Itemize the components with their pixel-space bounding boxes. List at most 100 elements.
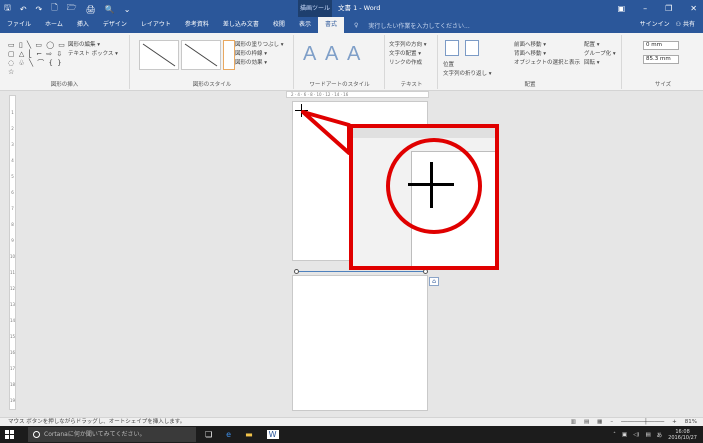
ribbon-display-icon[interactable]: ▣ (618, 4, 626, 13)
arrange-command-3[interactable]: オブジェクトの選択と表示 (514, 59, 580, 68)
text-group: 文字列の方向 ▾ 文字の配置 ▾ リンクの作成 テキスト (386, 35, 438, 89)
style-command-3[interactable]: 図形の効果 ▾ (235, 59, 284, 68)
arrange-command-4[interactable]: 配置 ▾ (584, 41, 616, 50)
tab-4[interactable]: デザイン (96, 17, 134, 33)
tab-6[interactable]: 参考資料 (178, 17, 216, 33)
arrange-label: 配置 (524, 82, 536, 88)
web-layout-icon[interactable]: ▦ (597, 418, 602, 426)
arrange-buttons: 位置 文字列の折り返し ▾ (443, 61, 492, 79)
person-icon: ⚇ (675, 21, 682, 28)
arrange-command-2[interactable]: 背面へ移動 ▾ (514, 50, 580, 59)
position-icon[interactable] (445, 40, 459, 56)
height-input[interactable]: 0 mm (643, 41, 679, 50)
arrange-command-6[interactable]: 回転 ▾ (584, 59, 616, 68)
style-command-1[interactable]: 図形の塗りつぶし ▾ (235, 41, 284, 50)
arrange-command-1[interactable]: 前面へ移動 ▾ (514, 41, 580, 50)
style-command-2[interactable]: 図形の枠線 ▾ (235, 50, 284, 59)
tray-chevron-icon[interactable]: ˄ (613, 432, 616, 438)
zoom-out-icon[interactable]: – (610, 418, 613, 426)
wrap-text-icon[interactable] (465, 40, 479, 56)
new-icon[interactable]: 🗋 (51, 2, 57, 16)
quick-access-toolbar: 🖫 ↶ ↷ 🗋 🗁 🖨 🔍 ⌄ (4, 2, 130, 16)
wordart-styles-label: ワードアートのスタイル (309, 82, 370, 88)
cortana-placeholder: Cortanaに何か聞いてみてください。 (44, 431, 146, 438)
save-icon[interactable]: 🖫 (4, 2, 11, 16)
tell-me-search[interactable]: 実行したい作業を入力してください... (368, 21, 469, 30)
ribbon: ▭ ▯ ╲ ▭ ◯ ▭ ▢ △ ⎣ ⌐ ⇨ ⇩ ◌ ♧ ╲ ⌒ { } ☆ 図形の編… (0, 33, 703, 91)
crosshair-cursor-large-bar (408, 183, 454, 186)
tab-10[interactable]: 書式 (317, 17, 344, 33)
tab-2[interactable]: ホーム (38, 17, 70, 33)
text-command-3[interactable]: リンクの作成 (389, 59, 427, 68)
shape-styles-label: 図形のスタイル (192, 82, 232, 88)
redo-icon[interactable]: ↷ (36, 5, 43, 14)
share-button[interactable]: ⚇ 共有 (676, 17, 695, 33)
wordart-styles-group: A A A ワードアートのスタイル (295, 35, 385, 89)
customize-icon[interactable]: ⌄ (124, 5, 131, 14)
tab-8[interactable]: 校閲 (266, 17, 292, 33)
title-bar: 🖫 ↶ ↷ 🗋 🗁 🖨 🔍 ⌄ 描画ツール 文書 1 - Word ▣ – ❐ ✕ ファイル ホーム挿… (0, 0, 703, 33)
cortana-search-box[interactable]: Cortanaに何か聞いてみてください。 (28, 427, 196, 442)
shape-style-3[interactable] (223, 40, 235, 70)
undo-icon[interactable]: ↶ (20, 5, 27, 14)
tab-9[interactable]: 表示 (292, 17, 318, 33)
open-icon[interactable]: 🗁 (67, 2, 77, 16)
print-layout-icon[interactable]: ▤ (584, 418, 589, 426)
clock-date: 2016/10/27 (668, 434, 697, 441)
close-icon[interactable]: ✕ (690, 4, 697, 13)
account-area: サインイン ⚇ 共有 (640, 17, 695, 33)
keyboard-icon[interactable]: ▤ (645, 432, 650, 438)
width-input[interactable]: 85.3 mm (643, 55, 679, 64)
text-command-1[interactable]: 文字列の方向 ▾ (389, 41, 427, 50)
shapes-gallery[interactable]: ▭ ▯ ╲ ▭ ◯ ▭ ▢ △ ⎣ ⌐ ⇨ ⇩ ◌ ♧ ╲ ⌒ { } ☆ (8, 41, 66, 77)
size-label: サイズ (654, 82, 672, 88)
insert-shapes-label: 図形の挿入 (50, 82, 79, 88)
insert-command-1[interactable]: 図形の編集 ▾ (68, 41, 118, 50)
taskbar: Cortanaに何か聞いてみてください。 ❏ e ▬ W ˄ ▣ ◁) ▤ あ … (0, 426, 703, 443)
word-app-icon[interactable]: W (266, 430, 279, 439)
ime-indicator[interactable]: あ (657, 431, 663, 439)
preview-icon[interactable]: 🔍 (105, 5, 115, 14)
arrange-button-1[interactable]: 位置 (443, 61, 492, 70)
edge-icon[interactable]: e (226, 430, 231, 439)
task-view-icon[interactable]: ❏ (205, 430, 212, 439)
window-controls: ▣ – ❐ ✕ (618, 0, 697, 17)
shapes-row-3[interactable]: ◌ ♧ ╲ ⌒ { } ☆ (8, 59, 66, 77)
zoom-slider[interactable]: ───────┼───── (621, 418, 664, 426)
arrange-command-5[interactable]: グループ化 ▾ (584, 50, 616, 59)
tab-5[interactable]: レイアウト (134, 17, 178, 33)
system-tray: ˄ ▣ ◁) ▤ あ 16:08 2016/10/27 (613, 426, 697, 443)
tab-7[interactable]: 差し込み文書 (216, 17, 266, 33)
signin-link[interactable]: サインイン (640, 17, 670, 33)
restore-icon[interactable]: ❐ (665, 4, 672, 13)
status-message: マウス ボタンを押しながらドラッグし、オートシェイプを挿入します。 (8, 419, 186, 425)
wordart-style-2[interactable]: A (325, 43, 338, 66)
read-mode-icon[interactable]: ▥ (571, 418, 576, 426)
tab-1[interactable]: ファイル (0, 17, 38, 33)
wordart-style-3[interactable]: A (347, 43, 360, 66)
insert-command-2[interactable]: テキスト ボックス ▾ (68, 50, 118, 59)
windows-start-icon[interactable] (5, 430, 14, 439)
arrange-commands-right: 配置 ▾ グループ化 ▾ 回転 ▾ (584, 41, 616, 68)
minimize-icon[interactable]: – (643, 4, 647, 13)
status-bar: マウス ボタンを押しながらドラッグし、オートシェイプを挿入します。 ▥ ▤ ▦ … (0, 417, 703, 426)
print-icon[interactable]: 🖨 (86, 5, 96, 14)
tab-3[interactable]: 挿入 (70, 17, 96, 33)
network-icon[interactable]: ▣ (622, 432, 627, 438)
context-tool-label: 描画ツール (298, 0, 332, 17)
shapes-row-2[interactable]: ▢ △ ⎣ ⌐ ⇨ ⇩ (8, 50, 66, 59)
shape-style-2[interactable] (181, 40, 221, 70)
text-commands: 文字列の方向 ▾ 文字の配置 ▾ リンクの作成 (389, 41, 427, 68)
text-command-2[interactable]: 文字の配置 ▾ (389, 50, 427, 59)
volume-icon[interactable]: ◁) (633, 432, 639, 438)
zoom-level[interactable]: 81% (685, 418, 697, 426)
taskbar-apps: ❏ e ▬ W (205, 426, 279, 443)
clock[interactable]: 16:08 2016/10/27 (668, 429, 697, 441)
shape-style-1[interactable] (139, 40, 179, 70)
wordart-style-1[interactable]: A (303, 43, 316, 66)
zoom-in-icon[interactable]: + (672, 418, 677, 426)
lightbulb-icon: ♀ (353, 21, 359, 29)
arrange-button-2[interactable]: 文字列の折り返し ▾ (443, 70, 492, 79)
shapes-row-1[interactable]: ▭ ▯ ╲ ▭ ◯ ▭ (8, 41, 66, 50)
file-explorer-icon[interactable]: ▬ (245, 430, 253, 439)
